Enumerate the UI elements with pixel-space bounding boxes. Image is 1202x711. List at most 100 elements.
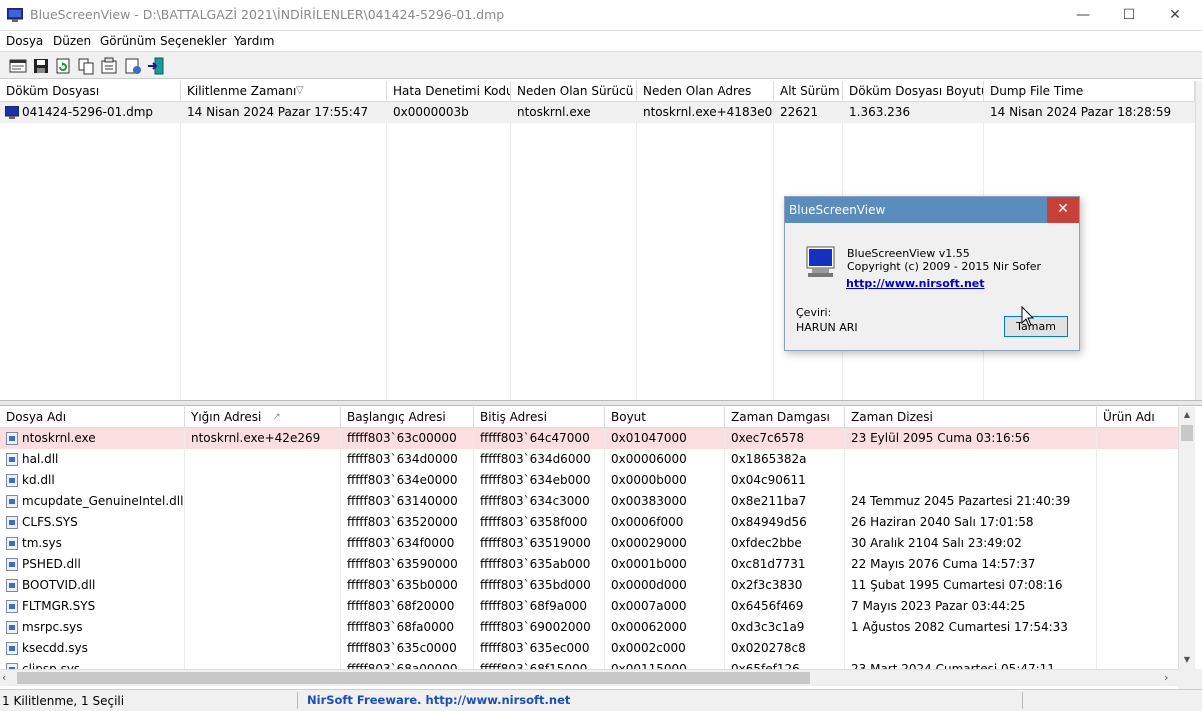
col-dump-file-time[interactable]: Dump File Time <box>984 81 1195 102</box>
vertical-scrollbar[interactable]: ▲ ▼ <box>1178 407 1195 669</box>
grid-line <box>773 102 774 400</box>
cell-file-name: FLTMGR.SYS <box>22 599 96 613</box>
col-caused-by-address[interactable]: Neden Olan Adres <box>637 81 774 102</box>
about-translation-label: Çeviri: <box>796 306 832 319</box>
refresh-icon[interactable] <box>53 56 73 76</box>
maximize-button[interactable]: ☐ <box>1106 0 1152 31</box>
scroll-up-icon[interactable]: ▲ <box>1179 407 1195 423</box>
html-report-icon[interactable] <box>8 56 28 76</box>
col-stack-address[interactable]: Yığın Adresi ↗ <box>185 407 341 428</box>
about-dialog: BlueScreenView ✕ BlueScreenView v1.55 Co… <box>784 196 1080 351</box>
cell-timestamp: 0x2f3c3830 <box>731 578 803 592</box>
driver-row[interactable]: mcupdate_GenuineIntel.dll fffff803`631400… <box>0 491 1180 512</box>
properties-icon[interactable] <box>99 56 119 76</box>
scroll-thumb[interactable] <box>1181 425 1193 441</box>
cell-file-name: ksecdd.sys <box>22 641 88 655</box>
driver-row[interactable]: clipsp.sys fffff803`68a00000 fffff803`68f1… <box>0 659 1180 669</box>
scroll-left-icon[interactable]: ‹ <box>2 670 16 686</box>
col-stack-address-label: Yığın Adresi <box>191 410 262 424</box>
copy-icon[interactable] <box>76 56 96 76</box>
cell-stack-address <box>185 575 341 596</box>
pane-splitter[interactable] <box>0 400 1202 406</box>
options-icon[interactable] <box>123 56 143 76</box>
menu-duzen[interactable]: Düzen <box>53 34 91 48</box>
cell-caused-by-driver: ntoskrnl.exe <box>517 105 591 119</box>
driver-row[interactable]: kd.dll fffff803`634e0000 fffff803`634eb000… <box>0 470 1180 491</box>
cell-caused-by-address: ntoskrnl.exe+4183e0 <box>643 105 773 119</box>
monitor-icon <box>806 246 835 277</box>
col-file-name[interactable]: Dosya Adı <box>0 407 185 428</box>
cell-timestamp: 0x020278c8 <box>731 641 806 655</box>
crash-row[interactable]: 041424-5296-01.dmp 14 Nisan 2024 Pazar 1… <box>0 102 1195 123</box>
cell-start-address: fffff803`68fa0000 <box>347 620 455 634</box>
save-icon[interactable] <box>31 56 51 76</box>
driver-row[interactable]: hal.dll fffff803`634d0000 fffff803`634d600… <box>0 449 1180 470</box>
scroll-right-icon[interactable]: › <box>1164 670 1178 686</box>
mouse-cursor-icon <box>1021 306 1035 327</box>
cell-size: 0x0000d000 <box>611 578 687 592</box>
driver-row[interactable]: PSHED.dll fffff803`63590000 fffff803`635ab… <box>0 554 1180 575</box>
cell-file-name: BOOTVID.dll <box>22 578 96 592</box>
cell-timestamp: 0xfdec2bbe <box>731 536 802 550</box>
grid-line <box>184 428 185 669</box>
col-timestamp[interactable]: Zaman Damgası <box>725 407 845 428</box>
cell-time-string: 24 Temmuz 2045 Pazartesi 21:40:39 <box>851 494 1071 508</box>
cell-size: 0x0001b000 <box>611 557 687 571</box>
grid-line <box>386 102 387 400</box>
menu-yardim[interactable]: Yardım <box>234 34 274 48</box>
driver-row[interactable]: ntoskrnl.exe ntoskrnl.exe+42e269 fffff803`… <box>0 428 1180 449</box>
cell-size: 0x00029000 <box>611 536 687 550</box>
horizontal-scrollbar[interactable]: ‹ › <box>0 669 1178 686</box>
col-dump-size[interactable]: Döküm Dosyası Boyutu <box>843 81 984 102</box>
col-start-address[interactable]: Başlangıç Adresi <box>341 407 474 428</box>
cell-file-name: PSHED.dll <box>22 557 81 571</box>
status-bar: 1 Kilitlenme, 1 Seçili NirSoft Freeware.… <box>0 689 1202 711</box>
about-close-button[interactable]: ✕ <box>1047 197 1079 223</box>
about-dialog-title: BlueScreenView <box>789 203 886 217</box>
cell-time-string: 7 Mayıs 2023 Pazar 03:44:25 <box>851 599 1026 613</box>
about-ok-button[interactable]: Tamam <box>1004 316 1068 337</box>
cell-stack-address <box>185 491 341 512</box>
cell-size: 0x0006f000 <box>611 515 684 529</box>
col-end-address[interactable]: Bitiş Adresi <box>474 407 605 428</box>
cell-file-name: kd.dll <box>22 473 55 487</box>
cell-timestamp: 0x04c90611 <box>731 473 806 487</box>
driver-row[interactable]: tm.sys fffff803`634f0000 fffff803`63519000… <box>0 533 1180 554</box>
col-size[interactable]: Boyut <box>605 407 725 428</box>
driver-row[interactable]: CLFS.SYS fffff803`63520000 fffff803`6358f0… <box>0 512 1180 533</box>
driver-row[interactable]: FLTMGR.SYS fffff803`68f20000 fffff803`68f9… <box>0 596 1180 617</box>
about-website-link[interactable]: http://www.nirsoft.net <box>846 277 985 290</box>
about-dialog-titlebar[interactable]: BlueScreenView ✕ <box>785 197 1079 223</box>
cell-timestamp: 0xd3c3c1a9 <box>731 620 805 634</box>
cell-start-address: fffff803`634e0000 <box>347 473 458 487</box>
menu-gorunum[interactable]: Görünüm <box>100 34 156 48</box>
driver-row[interactable]: BOOTVID.dll fffff803`635b0000 fffff803`635… <box>0 575 1180 596</box>
cell-timestamp: 0x84949d56 <box>731 515 807 529</box>
cell-stack-address <box>185 533 341 554</box>
menu-secenekler[interactable]: Seçenekler <box>160 34 227 48</box>
col-dump-file[interactable]: Döküm Dosyası <box>0 81 181 102</box>
about-translator: HARUN ARI <box>796 321 858 334</box>
about-version: BlueScreenView v1.55 <box>847 247 970 260</box>
col-minor-version[interactable]: Alt Sürüm <box>774 81 843 102</box>
hscroll-thumb[interactable] <box>17 672 810 684</box>
exit-icon[interactable] <box>146 56 166 76</box>
scroll-down-icon[interactable]: ▼ <box>1179 652 1195 668</box>
cell-size: 0x00383000 <box>611 494 687 508</box>
driver-row[interactable]: ksecdd.sys fffff803`635c0000 fffff803`635e… <box>0 638 1180 659</box>
status-nirsoft-link[interactable]: NirSoft Freeware. http://www.nirsoft.net <box>307 693 570 707</box>
minimize-button[interactable]: — <box>1060 0 1106 31</box>
cell-stack-address <box>185 470 341 491</box>
menu-dosya[interactable]: Dosya <box>6 34 43 48</box>
close-button[interactable]: ✕ <box>1152 0 1198 31</box>
driver-row[interactable]: msrpc.sys fffff803`68fa0000 fffff803`69002… <box>0 617 1180 638</box>
cell-end-address: fffff803`69002000 <box>480 620 591 634</box>
cell-dump-file-time: 14 Nisan 2024 Pazar 18:28:59 <box>990 105 1172 119</box>
col-time-string[interactable]: Zaman Dizesi <box>845 407 1097 428</box>
col-bug-check-code[interactable]: Hata Denetimi Kodu <box>387 81 511 102</box>
col-crash-time[interactable]: Kilitlenme Zamanı ▽ <box>181 81 387 102</box>
cell-timestamp: 0xec7c6578 <box>731 431 805 445</box>
col-caused-by-driver[interactable]: Neden Olan Sürücü <box>511 81 637 102</box>
cell-size: 0x00115000 <box>611 662 687 669</box>
cell-time-string: 23 Eylül 2095 Cuma 03:16:56 <box>851 431 1030 445</box>
